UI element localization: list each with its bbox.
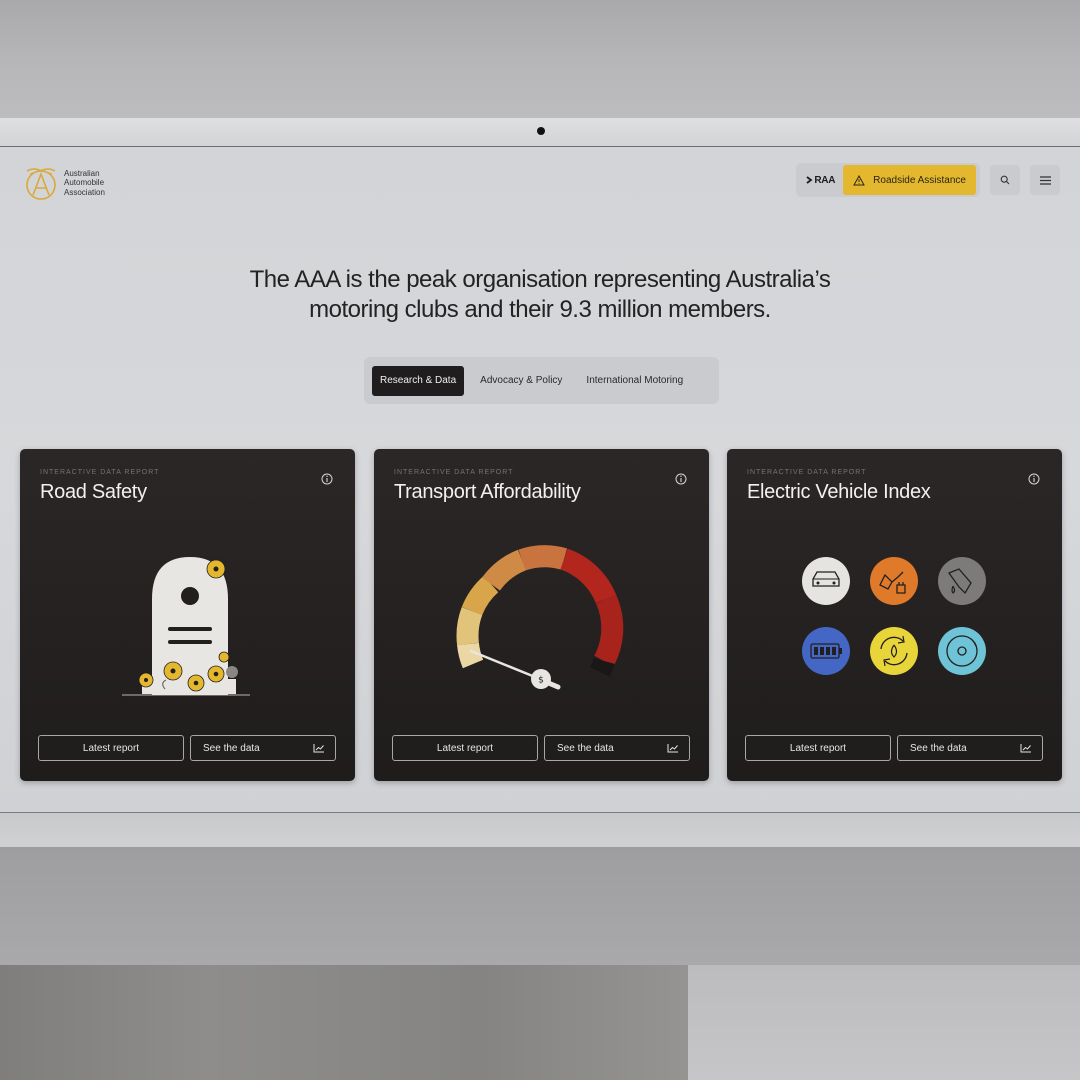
hamburger-menu-icon [1039,175,1051,185]
desk-surface-left [0,965,688,1080]
see-the-data-button[interactable]: See the data [190,735,336,761]
roadside-assistance-label: Roadside Assistance [873,174,966,186]
tab-advocacy-policy[interactable]: Advocacy & Policy [472,366,570,396]
roadside-assistance-button[interactable]: Roadside Assistance [843,165,976,195]
latest-report-button[interactable]: Latest report [38,735,184,761]
card-electric-vehicle-index[interactable]: INTERACTIVE DATA REPORT Electric Vehicle… [727,449,1062,781]
logo-line-2: Automobile [64,178,105,188]
steering-wheel-icon [938,627,986,675]
ev-icon-grid [802,557,986,675]
trend-chart-icon [667,744,678,753]
logo-line-1: Australian [64,168,100,178]
card-eyebrow: INTERACTIVE DATA REPORT [747,469,867,476]
latest-report-label: Latest report [82,742,140,754]
car-icon [802,557,850,605]
card-title: Electric Vehicle Index [747,481,931,503]
latest-report-button[interactable]: Latest report [745,735,891,761]
see-the-data-label: See the data [203,742,260,754]
see-the-data-button[interactable]: See the data [544,735,690,761]
search-button[interactable] [990,165,1020,195]
tab-international-motoring[interactable]: International Motoring [578,366,691,396]
card-title: Road Safety [40,481,147,503]
aaa-logo[interactable]: Australian Automobile Association [24,165,105,201]
trend-chart-icon [313,744,324,753]
webcam [537,127,545,135]
memorial-illustration-icon [122,557,250,696]
latest-report-label: Latest report [789,742,847,754]
club-switcher: RAA Roadside Assistance [796,163,980,197]
see-the-data-button[interactable]: See the data [897,735,1043,761]
plug-icon [870,557,918,605]
recycle-icon [870,627,918,675]
battery-icon [802,627,850,675]
see-the-data-label: See the data [557,742,614,754]
card-title: Transport Affordability [394,481,581,503]
speedometer-gauge-icon: $ [456,545,624,690]
info-icon[interactable] [321,473,333,485]
warning-icon [853,174,866,185]
logo-wordmark: Australian Automobile Association [64,169,105,198]
fuel-pump-icon [938,557,986,605]
desk-surface-right [688,965,1080,1080]
club-raa-label: RAA [814,174,836,186]
info-icon[interactable] [1028,473,1040,485]
card-eyebrow: INTERACTIVE DATA REPORT [394,469,514,476]
search-icon [1000,175,1010,185]
hero-line-2: motoring clubs and their 9.3 million mem… [309,296,771,323]
category-tabs: Research & Data Advocacy & Policy Intern… [364,357,719,404]
card-transport-affordability[interactable]: INTERACTIVE DATA REPORT Transport Afford… [374,449,709,781]
club-raa-button[interactable]: RAA [800,175,843,186]
hero-line-1: The AAA is the peak organisation represe… [249,266,831,293]
see-the-data-label: See the data [910,742,967,754]
header-actions: RAA Roadside Assistance [796,163,1060,197]
latest-report-label: Latest report [436,742,494,754]
trend-chart-icon [1020,744,1031,753]
hero-headline: The AAA is the peak organisation represe… [0,265,1080,325]
card-eyebrow: INTERACTIVE DATA REPORT [40,469,160,476]
menu-button[interactable] [1030,165,1060,195]
tab-research-data[interactable]: Research & Data [372,365,465,396]
latest-report-button[interactable]: Latest report [392,735,538,761]
gauge-center-label: $ [538,676,544,686]
screen: Australian Automobile Association RAA Ro… [0,147,1080,812]
card-road-safety[interactable]: INTERACTIVE DATA REPORT Road Safety Late… [20,449,355,781]
monitor-bezel-bottom [0,812,1080,848]
info-icon[interactable] [675,473,687,485]
logo-line-3: Association [64,187,105,197]
aaa-emblem-icon [26,168,56,200]
monitor-stand-backdrop [0,847,1080,965]
chevron-right-icon [806,176,813,184]
